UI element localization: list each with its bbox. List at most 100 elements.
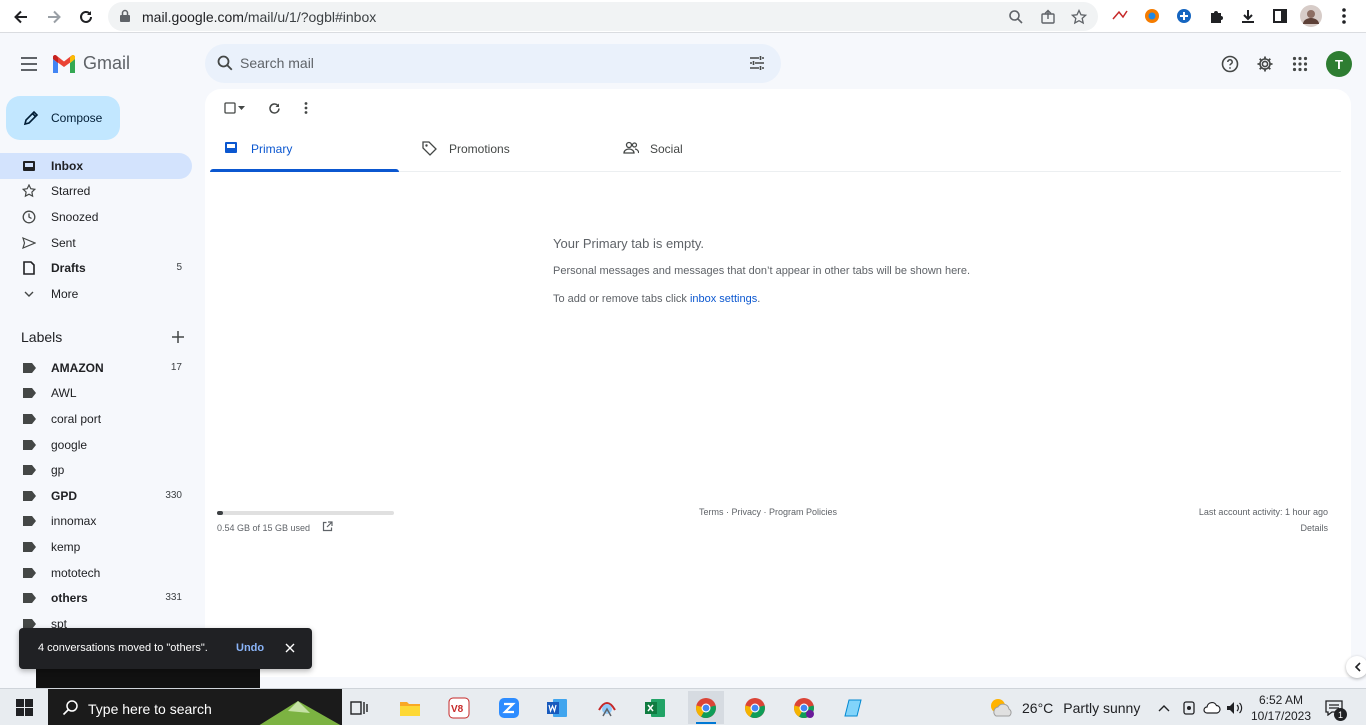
taskbar-file-explorer[interactable] (392, 691, 428, 724)
extension-icon[interactable] (1173, 5, 1195, 27)
main-panel: Primary Promotions Social Your Primary t… (205, 89, 1351, 677)
terms-link[interactable]: Terms (699, 507, 724, 517)
svg-text:V8: V8 (451, 704, 464, 715)
sidebar-item-label: Drafts (51, 261, 86, 275)
chevron-down-icon (21, 287, 37, 301)
app-name: Gmail (83, 53, 131, 73)
forward-button[interactable] (40, 3, 68, 31)
taskbar-app[interactable] (834, 691, 870, 724)
sidebar-item-snoozed[interactable]: Snoozed (0, 204, 192, 230)
taskbar-search[interactable]: Type here to search (48, 689, 342, 725)
volume-icon[interactable] (1226, 699, 1244, 717)
partly-sunny-icon (991, 699, 1012, 717)
address-bar[interactable]: mail.google.com/mail/u/1/?ogbl#inbox (108, 2, 1098, 31)
sidebar-label-gpd[interactable]: GPD 330 (0, 483, 192, 509)
compose-button[interactable]: Compose (6, 96, 120, 140)
sidebar-label-google[interactable]: google (0, 432, 192, 458)
url-text: mail.google.com/mail/u/1/?ogbl#inbox (142, 9, 377, 25)
manage-storage-link[interactable] (322, 521, 333, 532)
download-icon[interactable] (1237, 5, 1259, 27)
task-view-icon (350, 700, 368, 715)
gmail-logo[interactable]: Gmail (51, 53, 130, 74)
details-link[interactable]: Details (1300, 523, 1328, 533)
side-panel-icon[interactable] (1269, 5, 1291, 27)
sidebar-label-mototech[interactable]: mototech (0, 560, 192, 586)
refresh-button[interactable] (263, 98, 285, 118)
google-apps-button[interactable] (1287, 51, 1313, 77)
puzzle-extensions-icon[interactable] (1205, 5, 1227, 27)
action-center-button[interactable]: 1 (1323, 697, 1347, 721)
plus-icon (172, 331, 184, 343)
sidebar-label-coral-port[interactable]: coral port (0, 406, 192, 432)
chrome-icon (745, 697, 765, 718)
sidebar-item-inbox[interactable]: Inbox (0, 153, 192, 179)
taskbar-chrome[interactable] (737, 691, 773, 724)
system-clock[interactable]: 6:52 AM 10/17/2023 (1246, 692, 1316, 724)
tab-social[interactable]: Social (609, 127, 798, 171)
sidebar-label-amazon[interactable]: AMAZON 17 (0, 355, 192, 381)
inbox-settings-link[interactable]: inbox settings (690, 293, 757, 305)
onedrive-cloud-icon[interactable] (1203, 699, 1221, 717)
meet-now-icon[interactable] (1180, 699, 1198, 717)
extension-icon[interactable] (1109, 5, 1131, 27)
chrome-menu-icon[interactable] (1333, 5, 1355, 27)
weather-widget[interactable]: 26°C Partly sunny (988, 697, 1140, 719)
taskbar-zoom[interactable] (491, 691, 527, 724)
open-in-new-icon (322, 521, 333, 532)
sidebar-item-sent[interactable]: Sent (0, 230, 192, 256)
taskbar-app[interactable]: V8 (441, 691, 477, 724)
more-options-button[interactable] (295, 98, 317, 118)
taskbar-chrome[interactable] (688, 691, 724, 724)
storage-progress-fill (217, 511, 224, 515)
label-tag-icon (21, 566, 37, 580)
snackbar-message: 4 conversations moved to "others". (38, 642, 208, 654)
side-panel-toggle[interactable] (1346, 656, 1366, 678)
sidebar-item-more[interactable]: More (0, 281, 192, 307)
tab-primary[interactable]: Primary (210, 127, 399, 171)
taskbar-chrome[interactable] (786, 691, 822, 724)
chrome-icon (794, 697, 814, 718)
network-app-icon (598, 701, 616, 716)
search-bar[interactable] (205, 44, 781, 83)
main-menu-button[interactable] (16, 51, 42, 77)
sidebar-label-innomax[interactable]: innomax (0, 508, 192, 534)
sidebar-item-starred[interactable]: Starred (0, 178, 192, 204)
sidebar-label-gp[interactable]: gp (0, 457, 192, 483)
search-input[interactable] (240, 52, 720, 74)
hamburger-icon (21, 57, 37, 71)
sidebar-item-drafts[interactable]: Drafts 5 (0, 255, 192, 281)
account-avatar[interactable]: T (1326, 51, 1352, 77)
create-label-button[interactable] (169, 328, 187, 346)
start-button[interactable] (0, 689, 48, 725)
taskbar-excel[interactable] (637, 691, 673, 724)
sidebar-label-awl[interactable]: AWL (0, 380, 192, 406)
back-button[interactable] (7, 3, 35, 31)
people-icon (623, 141, 639, 154)
caret-down-icon (237, 106, 245, 110)
search-icon[interactable] (217, 55, 233, 71)
zoom-icon[interactable] (1006, 7, 1026, 27)
chevron-up-icon (1158, 705, 1170, 712)
taskbar-app[interactable] (589, 691, 625, 724)
reload-button[interactable] (72, 3, 100, 31)
settings-button[interactable] (1252, 51, 1278, 77)
show-hidden-icons-button[interactable] (1155, 699, 1173, 717)
program-policies-link[interactable]: Program Policies (769, 507, 837, 517)
share-icon[interactable] (1038, 7, 1058, 27)
taskbar-word[interactable] (539, 691, 575, 724)
snackbar-close-button[interactable] (283, 641, 297, 655)
sidebar-label-others[interactable]: others 331 (0, 585, 192, 611)
sidebar-label-kemp[interactable]: kemp (0, 534, 192, 560)
search-options-icon[interactable] (748, 54, 766, 72)
extension-icon[interactable] (1141, 5, 1163, 27)
bookmark-star-icon[interactable] (1069, 7, 1089, 27)
profile-avatar-icon[interactable] (1300, 5, 1322, 27)
support-button[interactable] (1217, 51, 1243, 77)
select-dropdown[interactable] (235, 98, 247, 118)
tab-promotions[interactable]: Promotions (408, 127, 597, 171)
undo-button[interactable]: Undo (236, 642, 264, 654)
forward-arrow-icon (48, 10, 61, 24)
privacy-link[interactable]: Privacy (732, 507, 762, 517)
task-view-button[interactable] (341, 691, 377, 724)
clock-time: 6:52 AM (1258, 693, 1304, 707)
